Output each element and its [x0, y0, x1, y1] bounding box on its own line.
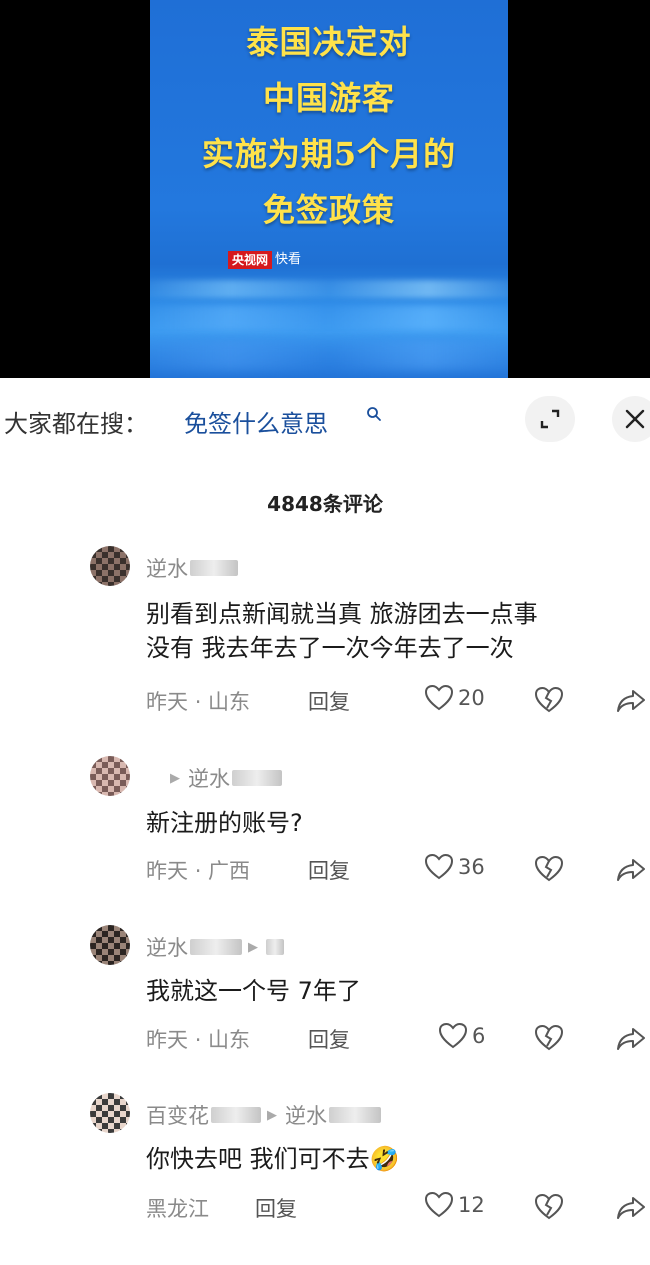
close-icon [625, 409, 645, 429]
like-button[interactable]: 20 [424, 684, 485, 712]
avatar[interactable] [90, 546, 130, 586]
comment-text-line: 别看到点新闻就当真 旅游团去一点事 [146, 600, 538, 628]
comment-location: 黑龙江 [146, 1197, 209, 1221]
comment-text-line: 没有 我去年去了一次今年去了一次 [146, 634, 514, 662]
comment-text-line: 你快去吧 我们可不去🤣 [146, 1145, 400, 1173]
comment-author[interactable]: 逆水 ▶ [146, 932, 284, 962]
reply-button[interactable]: 回复 [308, 686, 350, 716]
search-icon[interactable] [366, 406, 382, 422]
blurred-name [232, 770, 282, 786]
author-name: 百变花 [146, 1104, 209, 1128]
avatar[interactable] [90, 756, 130, 796]
reply-to-name: 逆水 [285, 1104, 327, 1128]
blurred-name [266, 939, 284, 955]
comment-meta: 黑龙江 [146, 1193, 209, 1223]
brand-watermark: 央视网 快看 [228, 251, 301, 269]
broken-heart-icon[interactable] [534, 1193, 564, 1221]
comment-location: 山东 [208, 690, 251, 714]
comment-meta: 昨天 · 山东 [146, 686, 250, 716]
broken-heart-icon[interactable] [534, 855, 564, 883]
comment-location: 山东 [208, 1028, 251, 1052]
comment-author[interactable]: ▶ 逆水 [146, 763, 282, 793]
brand-text: 快看 [275, 252, 302, 267]
like-count: 12 [458, 1193, 485, 1217]
share-arrow-icon[interactable] [616, 688, 646, 714]
comment-meta: 昨天 · 山东 [146, 1024, 250, 1054]
author-name: 逆水 [146, 557, 188, 581]
reply-button[interactable]: 回复 [255, 1193, 297, 1223]
blurred-name [190, 939, 242, 955]
like-button[interactable]: 12 [424, 1191, 485, 1219]
reply-button[interactable]: 回复 [308, 1024, 350, 1054]
broken-heart-icon[interactable] [534, 1024, 564, 1052]
avatar[interactable] [90, 1093, 130, 1133]
avatar[interactable] [90, 925, 130, 965]
comment-text: 我就这一个号 7年了 [146, 974, 636, 1008]
heart-icon [424, 684, 454, 711]
comment-date: 昨天 [146, 859, 188, 883]
meta-separator: · [194, 859, 209, 883]
blurred-name [190, 560, 238, 576]
expand-button[interactable] [525, 396, 575, 442]
like-button[interactable]: 6 [438, 1022, 485, 1050]
comment-meta: 昨天 · 广西 [146, 855, 250, 885]
video-headline-line: 实施为期5个月的 [201, 135, 457, 173]
heart-icon [424, 1191, 454, 1218]
blurred-name [329, 1107, 381, 1123]
cctv-logo: 央视网 [228, 251, 273, 269]
comment-text: 新注册的账号? [146, 806, 636, 840]
reply-arrow-icon: ▶ [170, 770, 180, 786]
like-count: 20 [458, 686, 485, 710]
comment-text-line: 新注册的账号? [146, 809, 303, 837]
like-count: 6 [472, 1024, 486, 1048]
comment-text-line: 我就这一个号 7年了 [146, 977, 361, 1005]
video-headline-line: 免签政策 [262, 191, 395, 229]
video-headline-line: 泰国决定对 [246, 23, 412, 61]
comment-author[interactable]: 逆水 [146, 553, 238, 583]
video-headline: 泰国决定对 中国游客 实施为期5个月的 免签政策 [150, 14, 508, 238]
broken-heart-icon[interactable] [534, 686, 564, 714]
wave-decoration [150, 340, 508, 370]
heart-icon [438, 1022, 468, 1049]
meta-separator: · [194, 1028, 209, 1052]
reply-to-name: 逆水 [188, 767, 230, 791]
comment-author[interactable]: 百变花 ▶ 逆水 [146, 1100, 381, 1130]
author-name: 逆水 [146, 936, 188, 960]
comment-date: 昨天 [146, 1028, 188, 1052]
comment-count: 4848条评论 [267, 492, 383, 516]
meta-separator: · [194, 690, 209, 714]
expand-icon [540, 409, 560, 429]
like-count: 36 [458, 855, 485, 879]
wave-decoration [150, 305, 508, 331]
share-arrow-icon[interactable] [616, 857, 646, 883]
blurred-name [211, 1107, 261, 1123]
comment-location: 广西 [208, 859, 251, 883]
wave-decoration [150, 280, 508, 298]
comment-date: 昨天 [146, 690, 188, 714]
video-player[interactable]: 泰国决定对 中国游客 实施为期5个月的 免签政策 央视网 快看 [0, 0, 650, 378]
like-button[interactable]: 36 [424, 853, 485, 881]
video-headline-line: 中国游客 [262, 79, 395, 117]
share-arrow-icon[interactable] [616, 1195, 646, 1221]
close-button[interactable] [612, 396, 650, 442]
heart-icon [424, 853, 454, 880]
reply-arrow-icon: ▶ [248, 939, 258, 955]
share-arrow-icon[interactable] [616, 1026, 646, 1052]
reply-button[interactable]: 回复 [308, 855, 350, 885]
trending-search-link[interactable]: 免签什么意思 [184, 404, 328, 439]
comment-text: 别看到点新闻就当真 旅游团去一点事 没有 我去年去了一次今年去了一次 [146, 597, 636, 665]
comment-text: 你快去吧 我们可不去🤣 [146, 1142, 636, 1176]
video-frame[interactable]: 泰国决定对 中国游客 实施为期5个月的 免签政策 [150, 0, 508, 378]
reply-arrow-icon: ▶ [267, 1107, 277, 1123]
trending-search-label: 大家都在搜： [4, 410, 148, 438]
